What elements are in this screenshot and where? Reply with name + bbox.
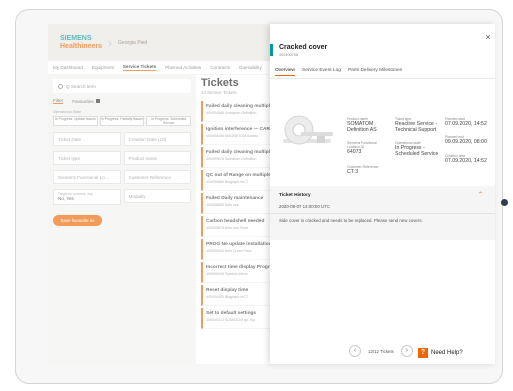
tabs-divider — [270, 78, 495, 79]
info-operational-state: Operational state In Progress - Schedule… — [395, 141, 438, 157]
ticket-title: Cracked cover — [279, 44, 328, 51]
need-help-label: Need Help? — [431, 350, 463, 356]
ticket-history-title: Ticket History — [279, 193, 311, 198]
tab-overview[interactable]: Overview — [275, 68, 295, 76]
tablet-home-button[interactable] — [501, 199, 508, 206]
close-icon[interactable]: × — [483, 32, 493, 42]
need-help-button[interactable]: ? Need Help? — [418, 348, 463, 358]
tab-service-event-log[interactable]: Service Event Log — [302, 68, 341, 76]
product-name-line-2: Definition AS — [347, 127, 377, 134]
info-customer-reference: Customer Reference CT 3 — [347, 165, 378, 175]
info-functional-location: Siemens Functional Location ID 64073 — [347, 141, 377, 155]
functional-location-value: 64073 — [347, 149, 362, 155]
creation-time-value: 07.09.2020, 14:52 — [445, 158, 487, 164]
ticket-id: 400100708 — [279, 53, 299, 57]
operational-state-line-2: Scheduled Service — [395, 151, 439, 158]
pager-label: 12/12 Tickets — [368, 348, 394, 354]
title-accent-bar — [270, 44, 273, 56]
info-creation-time: Creation time 07.09.2020, 14:52 — [445, 154, 487, 164]
previous-ticket-button[interactable]: ‹ — [349, 345, 361, 357]
info-planned-start: Planned start 07.09.2020, 14:52 — [445, 117, 487, 127]
history-entry-text: Side cover is cracked and needs to be re… — [279, 218, 423, 223]
info-planned-end: Planned end 09.09.2020, 08:00 — [445, 135, 487, 145]
customer-reference-value: CT 3 — [347, 169, 359, 175]
ticket-type-line-2: Technical Support — [395, 127, 437, 134]
next-ticket-button[interactable]: › — [400, 345, 413, 357]
detail-tabs: Overview Service Event Log Parts Deliver… — [275, 68, 402, 76]
history-entry-date: 2020-09-07 14:00:00 UTC — [279, 204, 331, 209]
info-ticket-type: Ticket type Reactive Service - Technical… — [395, 117, 437, 133]
tab-parts-delivery[interactable]: Parts Delivery Milestones — [348, 68, 402, 76]
ticket-pager: ‹ 12/12 Tickets › — [349, 345, 413, 357]
chevron-up-icon[interactable]: ⌃ — [478, 191, 483, 198]
planned-start-value: 07.09.2020, 14:52 — [445, 121, 487, 127]
history-divider — [270, 213, 495, 214]
planned-end-value: 09.09.2020, 08:00 — [445, 139, 487, 145]
ct-scanner-image — [283, 115, 333, 145]
info-product-name: Product name SOMATOM Definition AS — [347, 117, 377, 133]
help-icon: ? — [418, 348, 428, 358]
